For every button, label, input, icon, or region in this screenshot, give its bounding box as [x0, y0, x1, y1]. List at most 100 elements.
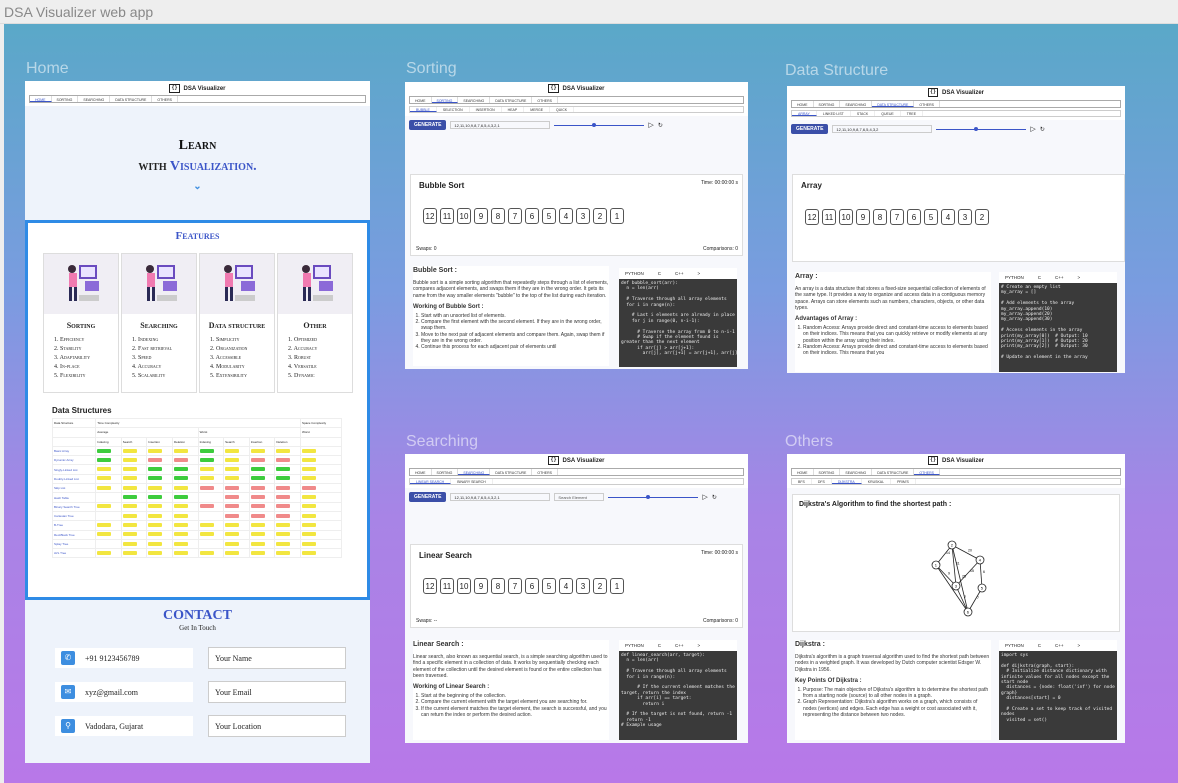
tab-tree[interactable]: TREE	[901, 111, 924, 116]
app-logo[interactable]: {} DSA Visualizer	[787, 88, 1125, 97]
home-frame[interactable]: {} DSA Visualizer HOME SORTING SEARCHING …	[25, 81, 370, 763]
app-logo[interactable]: {} DSA Visualizer	[405, 84, 748, 93]
array-input[interactable]: 12,11,10,9,8,7,6,5,4,3,2,1	[450, 121, 551, 129]
contact-input[interactable]: Your Location	[208, 715, 346, 737]
nav-sorting[interactable]: SORTING	[814, 469, 841, 475]
language-tab[interactable]: PYTHON	[625, 643, 644, 648]
frame-label-sorting[interactable]: Sorting	[406, 60, 457, 78]
language-tab[interactable]: C	[658, 643, 661, 648]
nav-data-structure[interactable]: DATA STRUCTURE	[490, 97, 533, 103]
reset-icon[interactable]: ↻	[712, 494, 717, 501]
reset-icon[interactable]: ↻	[658, 122, 663, 129]
contact-input[interactable]: Your Email	[208, 681, 346, 703]
reset-icon[interactable]: ↻	[1040, 126, 1045, 133]
nav-data-structure[interactable]: DATA STRUCTURE	[872, 469, 915, 475]
nav-others[interactable]: OTHERS	[532, 97, 558, 103]
nav-home[interactable]: HOME	[792, 469, 814, 475]
speed-slider[interactable]	[608, 494, 699, 499]
nav-sorting[interactable]: SORTING	[432, 469, 459, 475]
sorting-frame[interactable]: {} DSA Visualizer HOME SORTING SEARCHING DATA…	[405, 82, 748, 369]
tab-bubble[interactable]: BUBBLE	[410, 107, 437, 112]
nav-home[interactable]: HOME	[410, 469, 432, 475]
language-tab[interactable]: C	[658, 271, 661, 276]
frame-label-others[interactable]: Others	[785, 433, 833, 451]
language-tab[interactable]: >	[1078, 643, 1081, 648]
nav-sorting[interactable]: SORTING	[52, 96, 79, 102]
slider-handle[interactable]	[646, 494, 651, 499]
tab-dfs[interactable]: DFS	[812, 479, 832, 484]
nav-sorting[interactable]: SORTING	[431, 97, 459, 103]
nav-searching[interactable]: SEARCHING	[840, 469, 873, 475]
language-tab[interactable]: C++	[675, 271, 684, 276]
tab-binary-search[interactable]: BINARY SEARCH	[451, 479, 493, 484]
searching-frame[interactable]: {} DSA Visualizer HOME SORTING SEARCHING DATA…	[405, 454, 748, 743]
frame-label-home[interactable]: Home	[26, 60, 69, 78]
contact-input[interactable]: Your Name	[208, 647, 346, 669]
play-icon[interactable]: ▷	[1030, 125, 1035, 133]
tab-queue[interactable]: QUEUE	[875, 111, 901, 116]
search-input[interactable]: Search Element	[554, 493, 605, 501]
tab-heap[interactable]: HEAP	[502, 107, 525, 112]
features-section-selected[interactable]: Features Sorting 1. Efficiency 2. Stabilit…	[25, 220, 370, 600]
language-tab[interactable]: >	[698, 643, 701, 648]
nav-others[interactable]: OTHERS	[532, 469, 558, 475]
tab-linear-search[interactable]: LINEAR SEARCH	[410, 479, 452, 484]
app-logo[interactable]: {} DSA Visualizer	[25, 84, 370, 93]
tab-stack[interactable]: STACK	[851, 111, 876, 116]
others-frame[interactable]: {} DSA Visualizer HOME SORTING SEARCHING DATA…	[787, 454, 1125, 743]
tab-selection[interactable]: SELECTION	[437, 107, 470, 112]
nav-home[interactable]: HOME	[410, 97, 432, 103]
generate-button[interactable]: GENERATE	[791, 124, 829, 134]
generate-button[interactable]: GENERATE	[409, 120, 447, 130]
language-tab[interactable]: PYTHON	[625, 271, 644, 276]
nav-sorting[interactable]: SORTING	[814, 101, 841, 107]
language-tab[interactable]: PYTHON	[1005, 643, 1024, 648]
nav-others[interactable]: OTHERS	[914, 101, 940, 107]
nav-data-structure[interactable]: DATA STRUCTURE	[872, 101, 915, 107]
nav-others[interactable]: OTHERS	[152, 96, 178, 102]
nav-searching[interactable]: SEARCHING	[840, 101, 873, 107]
tab-prim-s[interactable]: PRIM'S	[891, 479, 916, 484]
language-tab[interactable]: C	[1038, 275, 1041, 280]
language-tab[interactable]: >	[1078, 275, 1081, 280]
list-item: If the current element matches the targe…	[421, 706, 609, 718]
table-cell	[146, 464, 173, 475]
language-tab[interactable]: PYTHON	[1005, 275, 1024, 280]
slider-handle[interactable]	[974, 126, 979, 131]
nav-home[interactable]: HOME	[792, 101, 814, 107]
nav-searching[interactable]: SEARCHING	[78, 96, 111, 102]
tab-linked-list[interactable]: LINKED LIST	[817, 111, 851, 116]
language-tab[interactable]: C	[1038, 643, 1041, 648]
tab-quick[interactable]: QUICK	[550, 107, 575, 112]
app-logo[interactable]: {} DSA Visualizer	[405, 456, 748, 465]
tab-dijkstra[interactable]: DIJKSTRA	[831, 479, 862, 484]
nav-searching[interactable]: SEARCHING	[458, 97, 491, 103]
language-tab[interactable]: C++	[1055, 275, 1064, 280]
nav-data-structure[interactable]: DATA STRUCTURE	[490, 469, 533, 475]
tab-bfs[interactable]: BFS	[792, 479, 812, 484]
tab-kruskal[interactable]: KRUSKAL	[862, 479, 892, 484]
generate-button[interactable]: GENERATE	[409, 492, 447, 502]
tab-insertion[interactable]: INSERTION	[470, 107, 502, 112]
app-logo[interactable]: {} DSA Visualizer	[787, 456, 1125, 465]
language-tab[interactable]: C++	[675, 643, 684, 648]
play-icon[interactable]: ▷	[648, 121, 653, 129]
tab-array[interactable]: ARRAY	[792, 111, 817, 116]
language-tab[interactable]: >	[698, 271, 701, 276]
data-structure-frame[interactable]: {} DSA Visualizer HOME SORTING SEARCHING DATA…	[787, 86, 1125, 373]
nav-searching[interactable]: SEARCHING	[458, 469, 491, 475]
language-tab[interactable]: C++	[1055, 643, 1064, 648]
array-input[interactable]: 12,11,10,9,8,7,6,5,4,3,2	[832, 125, 933, 133]
slider-handle[interactable]	[592, 122, 597, 127]
nav-others[interactable]: OTHERS	[914, 469, 940, 475]
play-icon[interactable]: ▷	[702, 493, 707, 501]
frame-label-data-structure[interactable]: Data Structure	[785, 62, 888, 80]
chevron-down-icon[interactable]: ⌄	[25, 181, 370, 192]
speed-slider[interactable]	[554, 122, 645, 127]
speed-slider[interactable]	[936, 126, 1027, 131]
frame-label-searching[interactable]: Searching	[406, 433, 478, 451]
nav-home[interactable]: HOME	[30, 96, 52, 102]
array-input[interactable]: 12,11,10,9,8,7,6,5,4,3,2,1	[450, 493, 551, 501]
nav-data-structure[interactable]: DATA STRUCTURE	[110, 96, 153, 102]
tab-merge[interactable]: MERGE	[524, 107, 551, 112]
